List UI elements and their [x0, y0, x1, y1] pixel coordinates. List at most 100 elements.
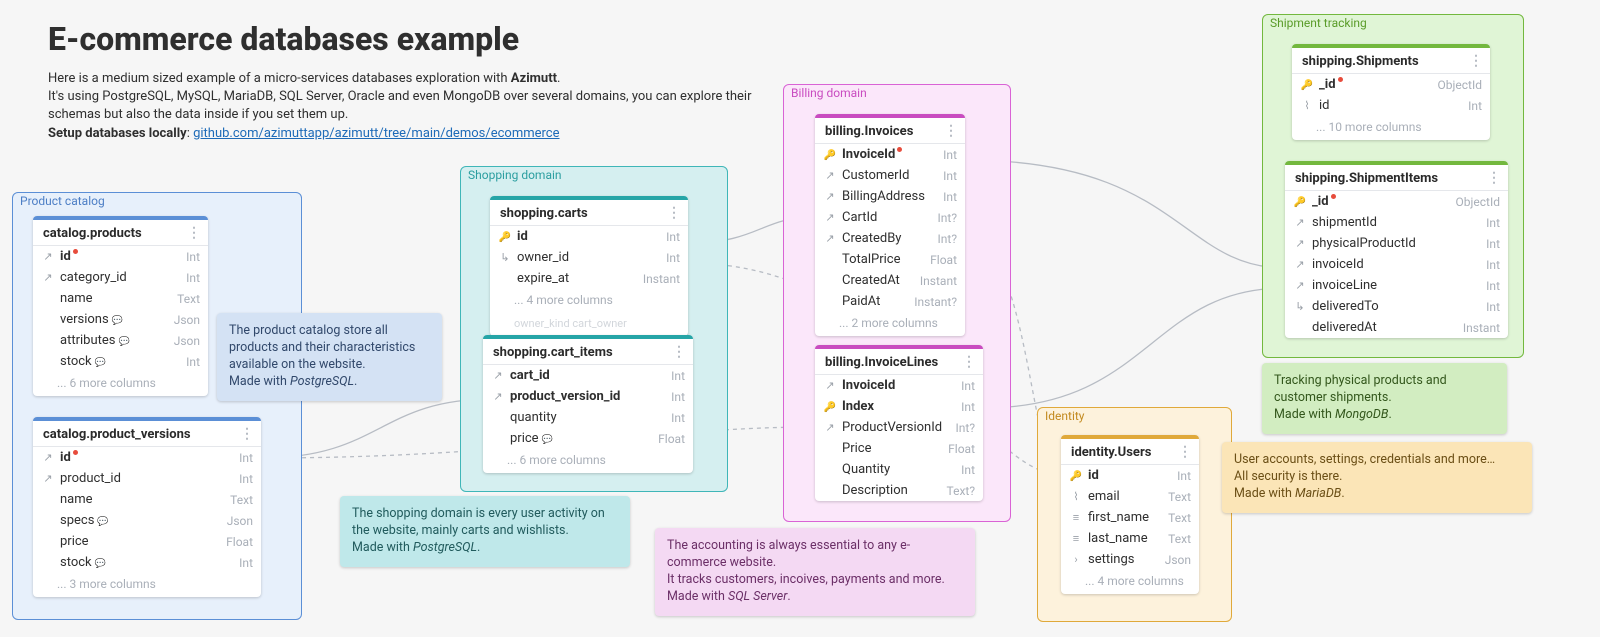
column-name: physicalProductId — [1312, 236, 1481, 251]
column-row[interactable]: _idObjectId — [1285, 191, 1508, 212]
column-row[interactable]: ProductVersionIdInt? — [815, 417, 983, 438]
table-menu-icon[interactable]: ⋮ — [1469, 53, 1482, 69]
column-name: InvoiceId — [842, 147, 938, 162]
column-row[interactable]: CreatedAtInstant — [815, 270, 965, 291]
column-name: name — [60, 492, 225, 507]
column-row[interactable]: specs💬Json — [33, 510, 261, 531]
column-row[interactable]: invoiceLineInt — [1285, 275, 1508, 296]
table-identity-users[interactable]: identity.Users⋮ idIntemailTextfirst_name… — [1061, 435, 1199, 594]
column-row[interactable]: deliveredAtInstant — [1285, 317, 1508, 338]
column-row[interactable]: idInt — [490, 226, 688, 247]
column-row[interactable]: product_version_idInt — [483, 386, 693, 407]
column-name: InvoiceId — [842, 378, 956, 393]
diagram-canvas[interactable]: { "header": { "title": "E-commerce datab… — [0, 0, 1600, 637]
intro-text: Here is a medium sized example of a micr… — [0, 62, 760, 143]
column-row[interactable]: price💬Float — [483, 428, 693, 449]
column-type: Instant — [920, 274, 957, 288]
table-menu-icon[interactable]: ⋮ — [962, 354, 975, 370]
column-row[interactable]: CustomerIdInt — [815, 165, 965, 186]
in-icon — [1293, 300, 1307, 313]
column-row[interactable]: InvoiceId Int — [815, 144, 965, 165]
column-row[interactable]: priceFloat — [33, 531, 261, 552]
column-name: id — [60, 249, 181, 264]
column-type: Int — [1486, 300, 1500, 314]
column-row[interactable]: nameText — [33, 288, 208, 309]
column-type: Int — [186, 250, 200, 264]
column-row[interactable]: DescriptionText? — [815, 480, 983, 501]
ang-icon — [1069, 553, 1083, 566]
column-row[interactable]: CreatedByInt? — [815, 228, 965, 249]
column-row[interactable]: versions💬Json — [33, 309, 208, 330]
table-shopping-carts[interactable]: shopping.carts⋮ idIntowner_idIntexpire_a… — [490, 196, 688, 336]
table-catalog-product-versions[interactable]: catalog.product_versions⋮ idIntproduct_i… — [33, 417, 261, 597]
column-row[interactable]: PaidAtInstant? — [815, 291, 965, 312]
table-menu-icon[interactable]: ⋮ — [672, 344, 685, 360]
column-name: Index — [842, 399, 956, 414]
column-row[interactable]: emailText — [1061, 486, 1199, 507]
column-row[interactable]: stock💬Int — [33, 552, 261, 573]
column-row[interactable]: last_nameText — [1061, 528, 1199, 549]
column-row[interactable]: shipmentIdInt — [1285, 212, 1508, 233]
column-row[interactable]: IndexInt — [815, 396, 983, 417]
domain-title: Identity — [1037, 407, 1092, 427]
column-row[interactable]: quantityInt — [483, 407, 693, 428]
column-row[interactable]: idInt — [1292, 95, 1490, 116]
column-row[interactable]: nameText — [33, 489, 261, 510]
table-menu-icon[interactable]: ⋮ — [667, 205, 680, 221]
column-row[interactable]: idInt — [33, 447, 261, 468]
column-type: Json — [174, 313, 200, 327]
column-row[interactable]: settingsJson — [1061, 549, 1199, 570]
column-row[interactable]: CartIdInt? — [815, 207, 965, 228]
column-type: Text — [177, 292, 200, 306]
table-menu-icon[interactable]: ⋮ — [1178, 444, 1191, 460]
column-name: first_name — [1088, 510, 1163, 525]
column-row[interactable]: InvoiceId Int — [815, 375, 983, 396]
column-row[interactable]: owner_idInt — [490, 247, 688, 268]
table-shopping-cart-items[interactable]: shopping.cart_items⋮ cart_idIntproduct_v… — [483, 335, 693, 473]
column-type: Int — [1486, 216, 1500, 230]
column-row[interactable]: PriceFloat — [815, 438, 983, 459]
column-row[interactable]: invoiceIdInt — [1285, 254, 1508, 275]
column-row[interactable]: product_idInt — [33, 468, 261, 489]
column-type: Int — [186, 355, 200, 369]
table-billing-invoice-lines[interactable]: billing.InvoiceLines⋮ InvoiceIdIntIndexI… — [815, 345, 983, 501]
column-type: ObjectId — [1438, 78, 1482, 92]
column-name: specs💬 — [60, 513, 222, 528]
fk-icon — [41, 271, 55, 284]
column-row[interactable]: cart_idInt — [483, 365, 693, 386]
column-name: cart_id — [510, 368, 666, 383]
column-row[interactable]: QuantityInt — [815, 459, 983, 480]
column-row[interactable]: BillingAddressInt — [815, 186, 965, 207]
column-type: Int — [943, 148, 957, 162]
column-row[interactable]: expire_atInstant — [490, 268, 688, 289]
column-name: deliveredAt — [1312, 320, 1458, 335]
column-row[interactable]: first_nameText — [1061, 507, 1199, 528]
column-row[interactable]: TotalPriceFloat — [815, 249, 965, 270]
column-type: Int — [239, 472, 253, 486]
column-name: id — [1088, 468, 1172, 483]
column-row[interactable]: deliveredToInt — [1285, 296, 1508, 317]
column-row[interactable]: attributes💬Json — [33, 330, 208, 351]
column-row[interactable]: stock💬Int — [33, 351, 208, 372]
setup-link[interactable]: github.com/azimuttapp/azimutt/tree/main/… — [193, 126, 559, 141]
fk-icon — [1293, 279, 1307, 292]
column-type: Int — [961, 379, 975, 393]
column-type: Text — [1168, 532, 1191, 546]
table-shipping-shipment-items[interactable]: shipping.ShipmentItems⋮ _idObjectIdshipm… — [1285, 161, 1508, 338]
column-row[interactable]: id Int — [33, 246, 208, 267]
table-menu-icon[interactable]: ⋮ — [944, 123, 957, 139]
table-billing-invoices[interactable]: billing.Invoices⋮ InvoiceIdIntCustomerId… — [815, 114, 965, 336]
column-row[interactable]: _idObjectId — [1292, 74, 1490, 95]
in-icon — [498, 251, 512, 264]
table-menu-icon[interactable]: ⋮ — [1487, 170, 1500, 186]
note-shipping: Tracking physical products and customer … — [1262, 363, 1507, 434]
table-catalog-products[interactable]: catalog.products⋮ idIntcategory_idIntnam… — [33, 216, 208, 396]
table-menu-icon[interactable]: ⋮ — [187, 225, 200, 241]
column-type: Text — [1168, 490, 1191, 504]
column-row[interactable]: physicalProductIdInt — [1285, 233, 1508, 254]
column-type: Int — [943, 169, 957, 183]
table-shipping-shipments[interactable]: shipping.Shipments⋮ _idObjectIdidInt ...… — [1292, 44, 1490, 140]
table-menu-icon[interactable]: ⋮ — [240, 426, 253, 442]
column-row[interactable]: category_idInt — [33, 267, 208, 288]
column-row[interactable]: idInt — [1061, 465, 1199, 486]
